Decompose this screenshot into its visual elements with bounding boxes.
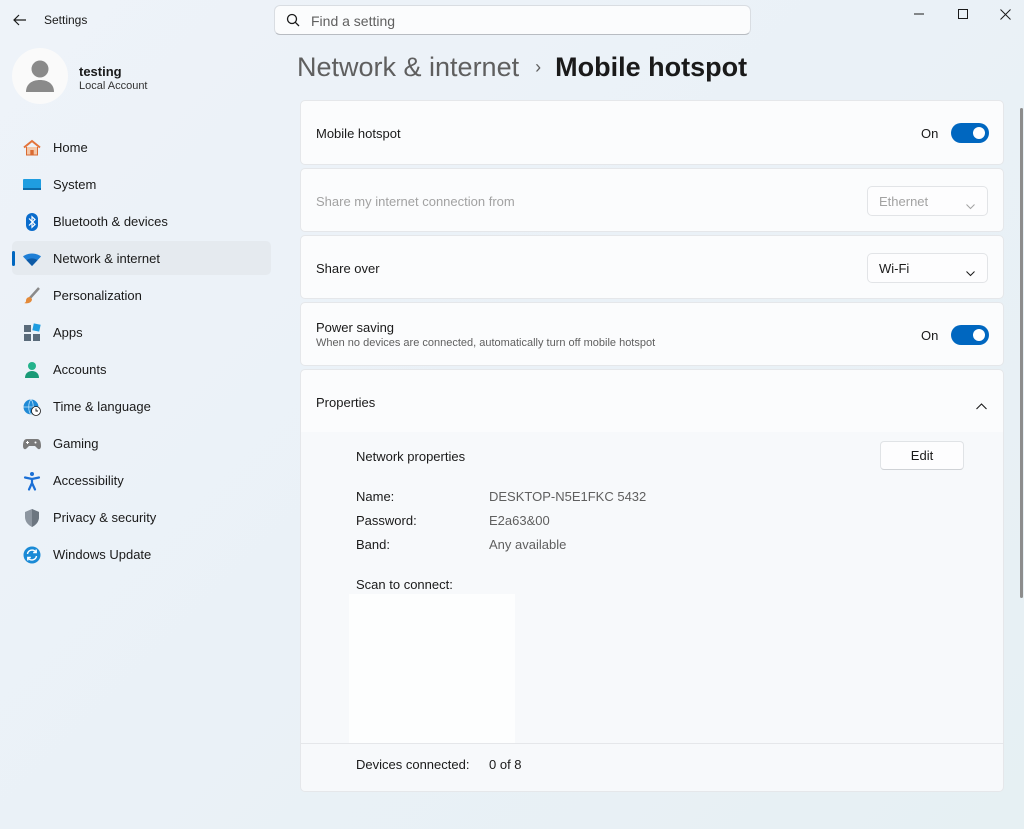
- maximize-icon: [958, 9, 968, 19]
- name-label: Name:: [356, 489, 395, 504]
- search-input[interactable]: [311, 12, 731, 30]
- password-label: Password:: [356, 513, 417, 528]
- apps-icon: [22, 323, 42, 343]
- sidebar-item-home[interactable]: Home: [12, 130, 271, 164]
- accessibility-icon: [22, 471, 42, 491]
- back-button[interactable]: [10, 10, 30, 30]
- wifi-icon: [22, 249, 42, 269]
- account-type: Local Account: [79, 80, 148, 92]
- toggle-knob: [973, 127, 985, 139]
- share-over-dropdown[interactable]: Wi-Fi: [867, 253, 988, 283]
- sidebar-item-label: Apps: [53, 325, 83, 340]
- search-box[interactable]: [274, 5, 751, 35]
- toggle-knob: [973, 329, 985, 341]
- sidebar-item-label: Windows Update: [53, 547, 152, 562]
- sidebar-item-gaming[interactable]: Gaming: [12, 426, 271, 460]
- share-over-value: Wi-Fi: [879, 261, 910, 276]
- hotspot-toggle[interactable]: [951, 123, 989, 143]
- avatar[interactable]: [12, 48, 68, 104]
- devices-connected-label: Devices connected:: [356, 757, 470, 772]
- sidebar-item-windows-update[interactable]: Windows Update: [12, 537, 271, 571]
- sidebar-item-label: Home: [53, 140, 88, 155]
- active-indicator: [12, 251, 15, 266]
- sidebar-item-bluetooth[interactable]: Bluetooth & devices: [12, 204, 271, 238]
- band-value: Any available: [489, 537, 567, 552]
- band-label: Band:: [356, 537, 390, 552]
- qr-code: [349, 594, 515, 744]
- sidebar-item-system[interactable]: System: [12, 167, 271, 201]
- scan-to-connect-label: Scan to connect:: [356, 577, 453, 592]
- hotspot-state: On: [921, 126, 939, 141]
- sidebar-nav: Home System Bluetooth & devices Network …: [12, 130, 271, 574]
- sidebar-item-apps[interactable]: Apps: [12, 315, 271, 349]
- chevron-up-icon[interactable]: [976, 397, 987, 415]
- devices-connected-value: 0 of 8: [489, 757, 522, 772]
- sidebar-item-accounts[interactable]: Accounts: [12, 352, 271, 386]
- chevron-down-icon: [966, 197, 975, 215]
- sidebar-item-accessibility[interactable]: Accessibility: [12, 463, 271, 497]
- hotspot-label: Mobile hotspot: [316, 126, 401, 141]
- breadcrumb-parent[interactable]: Network & internet: [297, 52, 519, 83]
- share-from-label: Share my internet connection from: [316, 194, 515, 209]
- power-saving-description: When no devices are connected, automatic…: [316, 337, 656, 349]
- gamepad-icon: [22, 434, 42, 454]
- divider: [301, 743, 1003, 744]
- home-icon: [22, 138, 42, 158]
- network-properties-label: Network properties: [356, 449, 466, 464]
- minimize-icon: [914, 13, 924, 15]
- minimize-button[interactable]: [896, 0, 942, 28]
- share-from-value: Ethernet: [879, 194, 929, 209]
- user-name: testing: [79, 64, 122, 79]
- name-value: DESKTOP-N5E1FKC 5432: [489, 489, 647, 504]
- sidebar-item-label: Time & language: [53, 399, 151, 414]
- sidebar-item-privacy[interactable]: Privacy & security: [12, 500, 271, 534]
- power-saving-card: Power saving When no devices are connect…: [300, 302, 1004, 366]
- person-icon: [22, 360, 42, 380]
- person-avatar-icon: [26, 60, 54, 92]
- maximize-button[interactable]: [940, 0, 986, 28]
- power-saving-state: On: [921, 328, 939, 343]
- sidebar-item-label: Personalization: [53, 288, 142, 303]
- sidebar-item-label: Network & internet: [53, 251, 160, 266]
- close-button[interactable]: [982, 0, 1024, 28]
- hotspot-card: Mobile hotspot On: [300, 100, 1004, 165]
- properties-content: Network properties Edit Name: DESKTOP-N5…: [300, 432, 1004, 792]
- brush-icon: [22, 286, 42, 306]
- scrollbar[interactable]: [1020, 108, 1023, 598]
- power-saving-label: Power saving: [316, 320, 395, 335]
- sidebar-item-label: Privacy & security: [53, 510, 157, 525]
- sidebar-item-time-language[interactable]: Time & language: [12, 389, 271, 423]
- back-arrow-icon: [13, 14, 26, 26]
- shield-icon: [22, 508, 42, 528]
- bluetooth-icon: [22, 212, 42, 232]
- page-title: Mobile hotspot: [555, 51, 748, 82]
- app-title: Settings: [44, 13, 88, 27]
- password-value: E2a63&00: [489, 513, 550, 528]
- sidebar-item-label: Accounts: [53, 362, 107, 377]
- share-over-label: Share over: [316, 261, 380, 276]
- system-icon: [22, 175, 42, 195]
- close-icon: [999, 8, 1011, 20]
- share-from-dropdown: Ethernet: [867, 186, 988, 216]
- update-icon: [22, 545, 42, 565]
- globe-clock-icon: [22, 397, 42, 417]
- share-from-card: Share my internet connection from Ethern…: [300, 168, 1004, 232]
- chevron-down-icon: [966, 264, 975, 282]
- sidebar-item-personalization[interactable]: Personalization: [12, 278, 271, 312]
- sidebar-item-label: Bluetooth & devices: [53, 214, 168, 229]
- breadcrumb-separator: ›: [535, 56, 542, 77]
- edit-button[interactable]: Edit: [880, 441, 964, 470]
- share-over-card: Share over Wi-Fi: [300, 235, 1004, 299]
- sidebar-item-label: System: [53, 177, 97, 192]
- title-bar: Settings: [0, 0, 1024, 40]
- power-saving-toggle[interactable]: [951, 325, 989, 345]
- sidebar-item-network[interactable]: Network & internet: [12, 241, 271, 275]
- sidebar-item-label: Gaming: [53, 436, 99, 451]
- sidebar-item-label: Accessibility: [53, 473, 124, 488]
- breadcrumb: Network & internet › Mobile hotspot: [297, 49, 747, 85]
- properties-label: Properties: [316, 395, 376, 410]
- properties-expander[interactable]: Properties: [300, 369, 1004, 433]
- search-icon: [286, 13, 300, 32]
